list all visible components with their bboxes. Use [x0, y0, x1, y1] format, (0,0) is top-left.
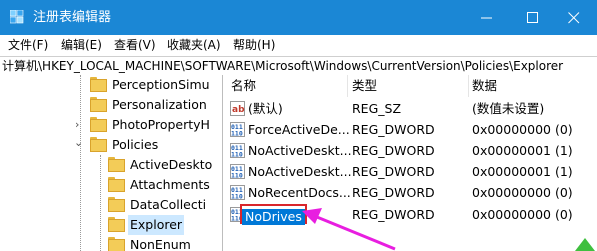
svg-text:110: 110	[231, 172, 243, 180]
folder-icon	[108, 237, 125, 251]
folder-icon	[108, 197, 125, 212]
tree-item-label: ActiveDeskto	[130, 157, 213, 172]
svg-text:110: 110	[231, 151, 243, 159]
svg-text:110: 110	[231, 193, 243, 201]
folder-icon	[90, 97, 107, 112]
value-name: ForceActiveDe...	[248, 122, 350, 137]
value-type: REG_SZ	[352, 101, 402, 116]
dword-value-icon: 011 110	[230, 122, 245, 137]
chevron-right-icon[interactable]: ›	[75, 115, 79, 135]
window-title: 注册表编辑器	[33, 10, 112, 25]
dword-value-icon: 011 110	[230, 143, 245, 158]
value-data: 0x00000001 (1)	[472, 143, 573, 158]
title-bar: 注册表编辑器	[0, 0, 597, 35]
value-type: REG_DWORD	[352, 164, 435, 179]
annotation-arrow-icon	[302, 208, 396, 251]
values-list: 名称 类型 数据 ab (默认) REG_SZ (数值未设置) 011 110 …	[223, 75, 597, 251]
svg-text:ab: ab	[232, 105, 245, 115]
tree-item-label: NonEnum	[130, 237, 191, 251]
value-data: 0x00000000 (0)	[472, 122, 573, 137]
column-header-type[interactable]: 类型	[352, 75, 377, 97]
maximize-button[interactable]	[510, 0, 556, 35]
menu-bar: 文件(F) 编辑(E) 查看(V) 收藏夹(A) 帮助(H)	[0, 35, 597, 55]
minimize-icon	[481, 17, 492, 19]
column-header-data[interactable]: 数据	[472, 75, 497, 97]
folder-icon	[90, 137, 107, 152]
tree-guide-line	[80, 75, 81, 251]
folder-icon	[90, 117, 107, 132]
tree-item-label: DataCollecti	[130, 197, 207, 212]
table-row[interactable]: ab (默认) REG_SZ (数值未设置)	[223, 98, 597, 119]
value-data: 0x00000001 (1)	[472, 164, 573, 179]
column-divider[interactable]	[347, 75, 348, 97]
tree-item-label: PhotoPropertyH	[112, 117, 210, 132]
menu-help[interactable]: 帮助(H)	[233, 37, 275, 53]
column-header-name[interactable]: 名称	[231, 75, 256, 97]
value-name: NoRecentDocs...	[248, 185, 351, 200]
column-divider[interactable]	[468, 75, 469, 97]
tree-item-label: Policies	[112, 137, 159, 152]
value-name: NoDrives	[242, 209, 305, 225]
tree-guide-line	[100, 155, 101, 251]
value-data: (数值未设置)	[472, 101, 545, 116]
folder-icon	[108, 177, 125, 192]
dword-value-icon: 011 110	[230, 185, 245, 200]
tree-item-label: Attachments	[130, 177, 210, 192]
table-row[interactable]: 011 110 NoActiveDeskt... REG_DWORD 0x000…	[223, 161, 597, 182]
watermark-icon	[575, 238, 595, 251]
value-data: 0x00000000 (0)	[472, 207, 573, 222]
tree-item-label: PerceptionSimu	[112, 77, 210, 92]
folder-icon	[108, 217, 125, 232]
menu-file[interactable]: 文件(F)	[8, 37, 48, 53]
registry-editor-icon	[10, 10, 24, 24]
string-value-icon: ab	[230, 101, 245, 116]
value-name: NoActiveDeskt...	[248, 164, 352, 179]
value-data: 0x00000000 (0)	[472, 185, 573, 200]
menu-favorites[interactable]: 收藏夹(A)	[167, 37, 221, 53]
folder-icon	[108, 157, 125, 172]
table-row[interactable]: 011 110 ForceActiveDe... REG_DWORD 0x000…	[223, 119, 597, 140]
value-type: REG_DWORD	[352, 122, 435, 137]
menu-edit[interactable]: 编辑(E)	[61, 37, 102, 53]
tree-item-label: Personalization	[112, 97, 207, 112]
address-path: 计算机\HKEY_LOCAL_MACHINE\SOFTWARE\Microsof…	[2, 59, 564, 73]
tree-item-label: Explorer	[128, 215, 185, 235]
value-type: REG_DWORD	[352, 143, 435, 158]
table-row-nodrives[interactable]: 011 110 NoDrives REG_DWORD 0x00000000 (0…	[223, 204, 597, 225]
folder-icon	[90, 77, 107, 92]
maximize-icon	[527, 12, 538, 23]
minimize-button[interactable]	[464, 0, 510, 35]
dword-value-icon: 011 110	[230, 164, 245, 179]
value-name: (默认)	[248, 101, 283, 116]
chevron-down-icon[interactable]: ⌄	[74, 133, 83, 153]
svg-text:110: 110	[231, 130, 243, 138]
value-name: NoActiveDeskt...	[248, 143, 352, 158]
close-button[interactable]	[551, 0, 597, 35]
registry-tree: PerceptionSimu Personalization › PhotoPr…	[0, 75, 223, 251]
address-bar[interactable]: 计算机\HKEY_LOCAL_MACHINE\SOFTWARE\Microsof…	[0, 56, 597, 76]
highlight-box: NoDrives	[240, 204, 307, 225]
table-row[interactable]: 011 110 NoRecentDocs... REG_DWORD 0x0000…	[223, 182, 597, 203]
close-icon	[568, 12, 580, 24]
table-row[interactable]: 011 110 NoActiveDeskt... REG_DWORD 0x000…	[223, 140, 597, 161]
menu-view[interactable]: 查看(V)	[114, 37, 156, 53]
value-type: REG_DWORD	[352, 185, 435, 200]
